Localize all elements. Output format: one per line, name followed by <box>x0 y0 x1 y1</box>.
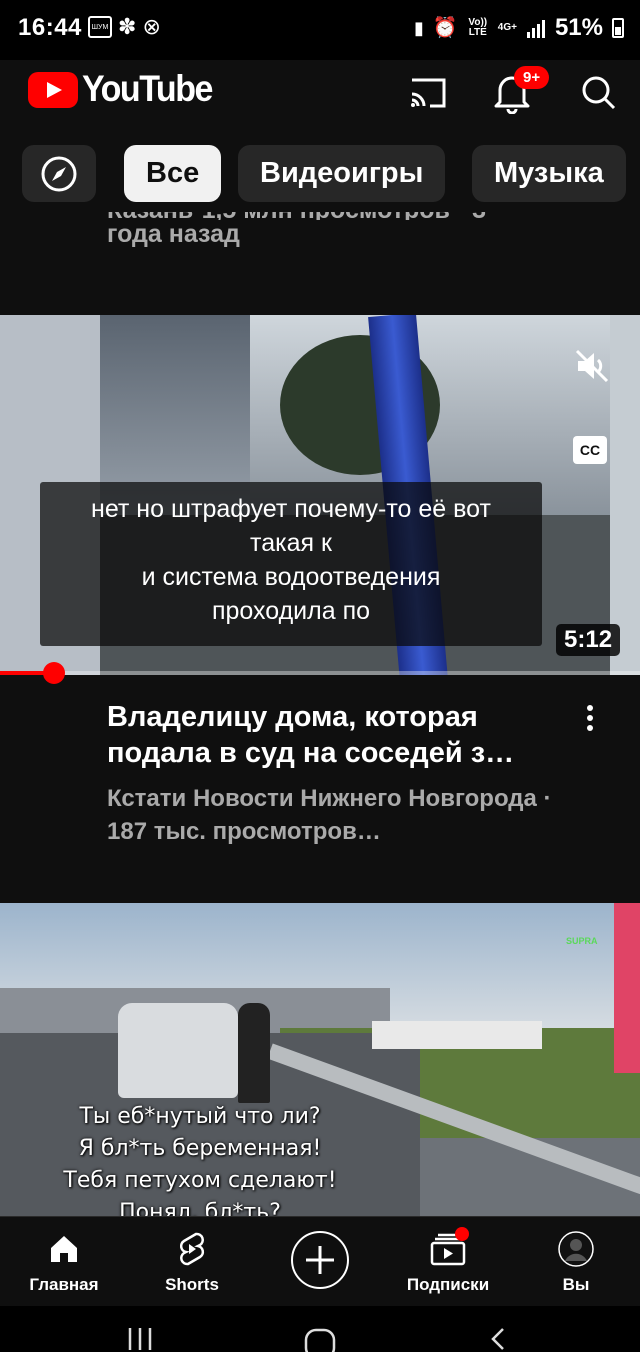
network-type-indicator: 4G+ <box>497 22 517 33</box>
chip-videogames[interactable]: Видеоигры <box>238 145 446 202</box>
noise-app-icon: ШУМ <box>88 16 112 38</box>
nav-you[interactable]: Вы <box>512 1217 640 1307</box>
nav-you-label: Вы <box>562 1275 590 1294</box>
alarm-icon: ⏰ <box>432 17 458 39</box>
create-button[interactable] <box>291 1231 349 1289</box>
video-watermark: SUPRA <box>566 936 598 946</box>
recent-apps-icon[interactable] <box>126 1324 154 1352</box>
nav-shorts[interactable]: Shorts <box>128 1217 256 1307</box>
caption-line: нет но штрафует почему-то её вот <box>91 495 491 523</box>
status-bar: 16:44 ШУМ ✽ ⊗ ▮ ⏰ Vo)) LTE 4G+ 51% <box>0 0 640 60</box>
nav-home-label: Главная <box>29 1275 99 1294</box>
progress-scrubber[interactable] <box>43 662 66 684</box>
xbox-icon: ⊗ <box>142 14 161 39</box>
system-navigation-bar <box>0 1306 640 1352</box>
compass-icon <box>41 156 77 191</box>
volte-indicator: Vo)) LTE <box>468 17 488 38</box>
subtitle-line: Тебя петухом сделают! <box>63 1168 337 1193</box>
video-progress-bar[interactable] <box>0 662 640 684</box>
battery-saver-icon: ▮ <box>413 18 424 38</box>
subtitle-line: Понял, бл*ть? <box>119 1200 281 1217</box>
chip-music[interactable]: Музыка <box>472 145 626 202</box>
previous-video-meta-line2: года назад <box>107 220 240 248</box>
explore-chip[interactable] <box>22 145 96 202</box>
avatar-icon <box>558 1231 594 1267</box>
nav-subscriptions-label: Подписки <box>406 1275 490 1294</box>
cast-icon[interactable] <box>404 70 452 114</box>
shorts-icon <box>179 1232 205 1266</box>
closed-captions-button[interactable]: CC <box>573 436 607 464</box>
bottom-navigation: Главная Shorts Подписки Вы <box>0 1216 640 1306</box>
youtube-play-icon <box>28 71 78 108</box>
nav-subscriptions[interactable]: Подписки <box>384 1217 512 1307</box>
plus-icon <box>306 1246 334 1274</box>
category-chips: Все Видеоигры Музыка <box>0 136 640 212</box>
home-icon <box>51 1236 77 1262</box>
nav-home[interactable]: Главная <box>0 1217 128 1307</box>
new-content-dot <box>455 1227 469 1241</box>
battery-percent: 51% <box>554 14 603 41</box>
burned-in-subtitles: Ты еб*нутый что ли? Я бл*ть беременная! … <box>0 1101 400 1217</box>
logo-text: YouTube <box>82 68 213 110</box>
chip-all[interactable]: Все <box>124 145 222 202</box>
caption-line: проходила по <box>211 597 371 625</box>
back-icon[interactable] <box>486 1326 510 1352</box>
battery-icon <box>612 18 624 38</box>
video-channel-meta[interactable]: Кстати Новости Нижнего Новгорода · 187 т… <box>107 782 577 848</box>
video-captions: нет но штрафует почему-то её вот такая к… <box>40 482 542 646</box>
more-options-icon[interactable] <box>578 702 602 736</box>
video-thumbnail-2[interactable]: SUPRA Ты еб*нутый что ли? Я бл*ть береме… <box>0 903 640 1217</box>
signal-icon <box>526 20 545 38</box>
subtitle-line: Ты еб*нутый что ли? <box>79 1104 321 1129</box>
video-duration: 5:12 <box>556 624 621 656</box>
subtitle-line: Я бл*ть беременная! <box>78 1136 322 1161</box>
nav-shorts-label: Shorts <box>165 1275 219 1294</box>
video-title[interactable]: Владелицу дома, которая подала в суд на … <box>107 699 562 771</box>
caption-line: такая к <box>250 529 332 557</box>
settings-icon: ✽ <box>118 14 137 39</box>
status-time: 16:44 <box>18 14 82 41</box>
notifications-badge: 9+ <box>514 66 550 89</box>
search-icon[interactable] <box>574 70 622 114</box>
caption-line: и система водоотведения <box>141 563 441 591</box>
youtube-logo[interactable]: YouTube <box>28 68 213 110</box>
volume-muted-icon[interactable] <box>572 346 612 386</box>
home-button-icon[interactable] <box>304 1328 336 1352</box>
